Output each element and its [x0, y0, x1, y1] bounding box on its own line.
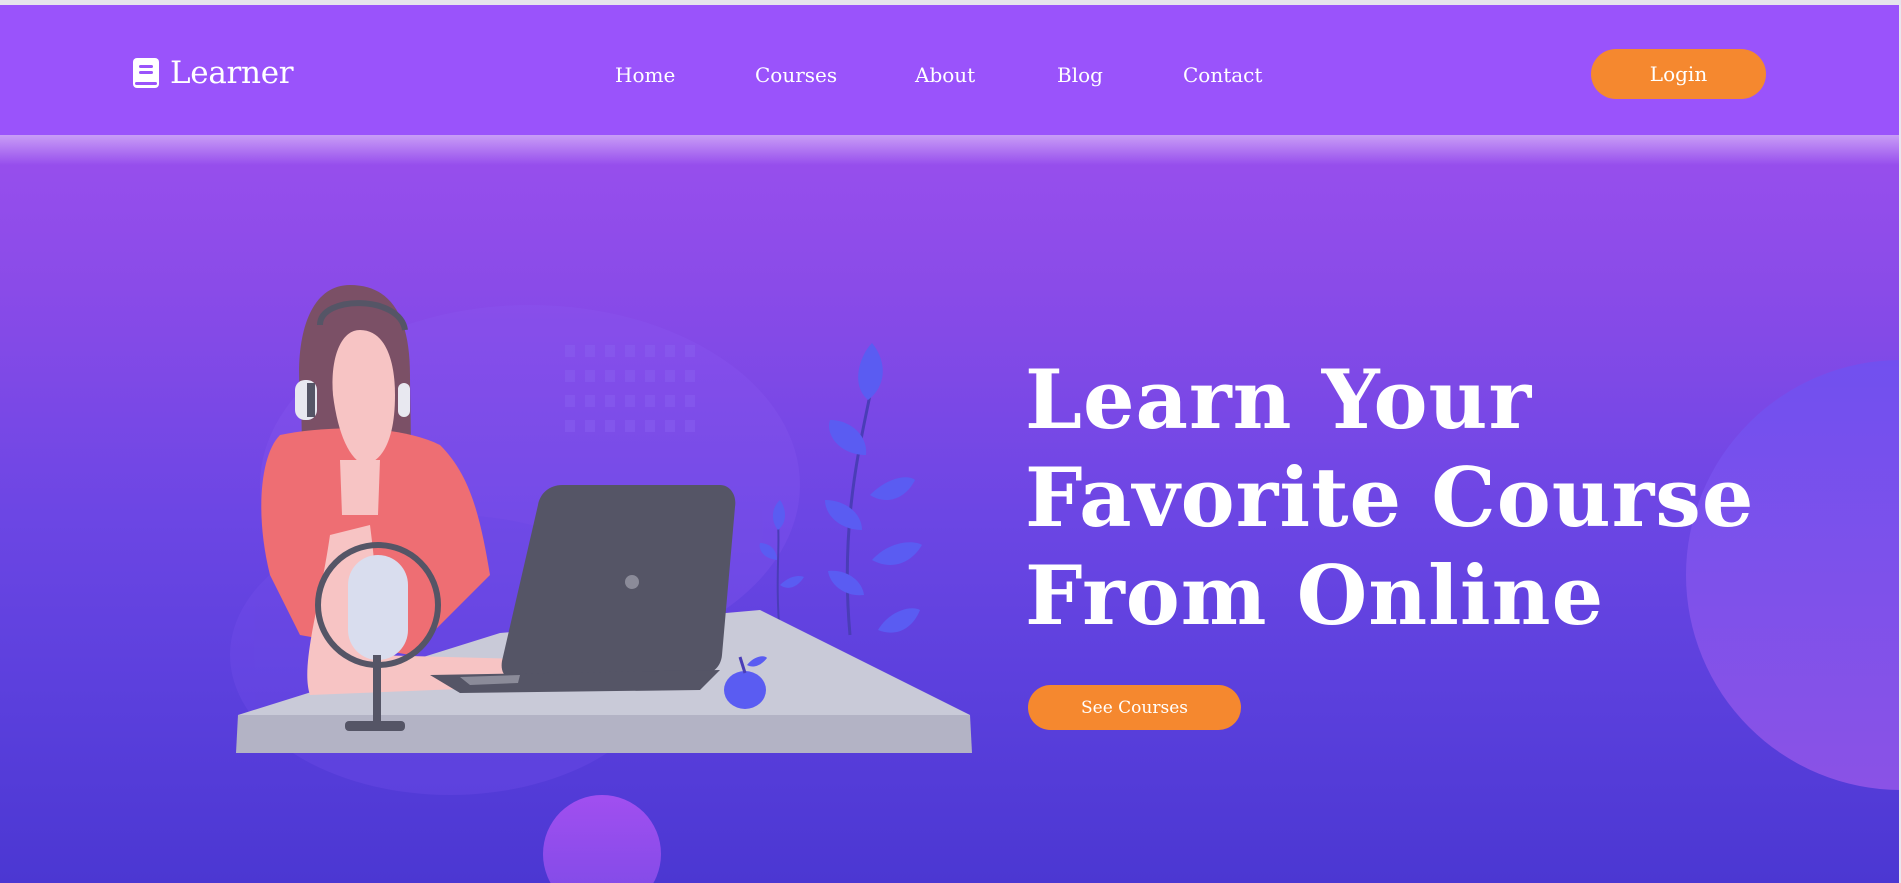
nav-blog[interactable]: Blog: [1057, 63, 1103, 87]
hero-heading: Learn Your Favorite Course From Online: [1025, 352, 1754, 646]
hero-heading-line: Favorite Course: [1025, 451, 1755, 546]
brand-name: Learner: [170, 55, 294, 91]
nav-contact[interactable]: Contact: [1183, 63, 1262, 87]
nav-about[interactable]: About: [915, 63, 975, 87]
navbar: Learner Home Courses About Blog Contact …: [0, 5, 1899, 135]
book-icon: [133, 58, 159, 88]
login-button[interactable]: Login: [1591, 49, 1766, 99]
hero-heading-line: From Online: [1025, 549, 1605, 644]
navbar-shadow: [0, 135, 1899, 165]
hero-illustration: [230, 285, 972, 795]
hero-section: Learner Home Courses About Blog Contact …: [0, 5, 1901, 883]
nav-home[interactable]: Home: [615, 63, 675, 87]
brand-logo[interactable]: Learner: [132, 55, 294, 91]
nav-courses[interactable]: Courses: [755, 63, 837, 87]
see-courses-button[interactable]: See Courses: [1028, 685, 1241, 730]
hero-heading-line: Learn Your: [1025, 353, 1533, 448]
